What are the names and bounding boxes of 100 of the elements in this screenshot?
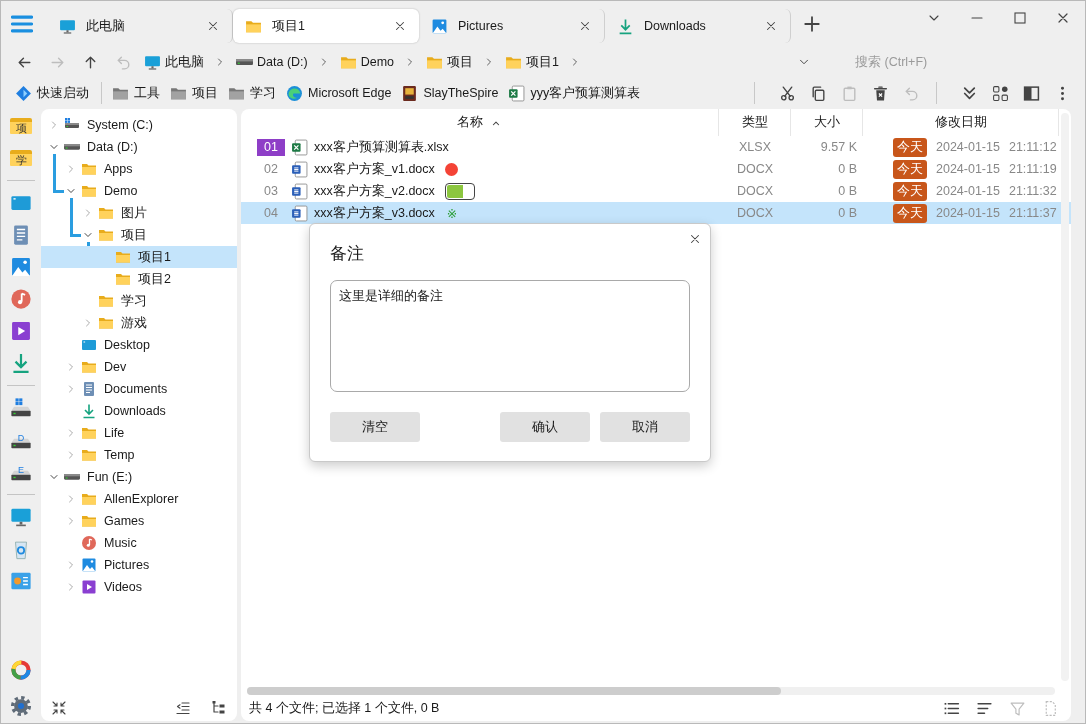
settings-icon[interactable]	[10, 695, 32, 717]
file-row[interactable]: 02 xxx客户方案_v1.docx DOCX 0 B 今天 2024-01-15 21:11:19	[241, 158, 1071, 180]
tree-view-icon[interactable]	[211, 700, 227, 716]
tree-item[interactable]: Games	[41, 510, 237, 532]
drive-icon[interactable]	[10, 397, 32, 419]
picture-icon[interactable]	[10, 256, 32, 278]
note-field[interactable]: 这里是详细的备注	[330, 280, 690, 392]
tree-item[interactable]: System (C:)	[41, 114, 237, 136]
tree-item[interactable]: 游戏	[41, 312, 237, 334]
double-chevron-icon[interactable]	[961, 84, 978, 102]
tree-item[interactable]: 项目2	[41, 268, 237, 290]
download-icon[interactable]	[10, 352, 32, 374]
grid-icon[interactable]	[992, 84, 1009, 102]
drive-letter: D	[16, 434, 26, 443]
bookmark[interactable]: 工具	[112, 84, 160, 102]
tree-item[interactable]: Demo	[41, 180, 237, 202]
tab[interactable]: 此电脑	[47, 9, 233, 43]
column-header[interactable]: 修改日期	[863, 109, 1059, 136]
bookmark[interactable]: 学习	[228, 84, 276, 102]
tab[interactable]: Pictures	[419, 9, 605, 43]
file-size: 0 B	[838, 206, 857, 220]
date-badge: 今天	[893, 181, 927, 201]
tab[interactable]: Downloads	[605, 9, 791, 43]
close-icon[interactable]	[688, 232, 702, 246]
column-header[interactable]: 类型	[719, 109, 791, 136]
document-icon	[291, 160, 308, 178]
plus-icon[interactable]	[803, 15, 821, 33]
menu-icon[interactable]	[11, 13, 33, 35]
document-icon	[291, 204, 308, 222]
dialog-button[interactable]: 清空	[330, 412, 420, 442]
row-number: 01	[257, 138, 285, 156]
tree-item[interactable]: Desktop	[41, 334, 237, 356]
tree-item[interactable]: 图片	[41, 202, 237, 224]
file-row[interactable]: 01 xxx客户预算测算表.xlsx XLSX 9.57 K 今天 2024-01-15 21:11:12	[241, 136, 1071, 158]
tree-item[interactable]: Data (D:)	[41, 136, 237, 158]
breadcrumb[interactable]: Demo	[339, 53, 395, 71]
tree-item[interactable]: Apps	[41, 158, 237, 180]
tree-item[interactable]: 项目1	[41, 246, 237, 268]
tab[interactable]: 项目1	[233, 9, 419, 43]
music-icon[interactable]	[10, 288, 32, 310]
column-header[interactable]: 大小	[791, 109, 863, 136]
tree-item[interactable]: Pictures	[41, 554, 237, 576]
file-date: 2024-01-15	[936, 206, 1000, 220]
trash-icon[interactable]	[872, 84, 889, 102]
tree-item[interactable]: Videos	[41, 576, 237, 598]
tree-item[interactable]: Music	[41, 532, 237, 554]
folder-icon	[81, 513, 97, 529]
outdent-icon[interactable]	[175, 700, 191, 716]
file-time: 21:11:19	[1008, 162, 1057, 176]
tree-item[interactable]: Downloads	[41, 400, 237, 422]
file-type: DOCX	[736, 162, 774, 176]
scissors-icon[interactable]	[779, 84, 796, 102]
monitor-icon[interactable]	[10, 506, 32, 528]
breadcrumb[interactable]: 项目1	[505, 53, 559, 71]
tree-item[interactable]: AllenExplorer	[41, 488, 237, 510]
tree-item[interactable]: Dev	[41, 356, 237, 378]
close-icon[interactable]	[578, 19, 592, 33]
tree-item[interactable]: Life	[41, 422, 237, 444]
file-row[interactable]: 03 xxx客户方案_v2.docx DOCX 0 B 今天 2024-01-15 21:11:32	[241, 180, 1071, 202]
music-icon	[81, 535, 97, 551]
dialog-title: 备注	[330, 243, 365, 265]
bookmark[interactable]: 项目	[170, 84, 218, 102]
video-icon	[81, 579, 97, 595]
bookmark[interactable]: 快速启动	[15, 84, 89, 102]
file-row[interactable]: 04 xxx客户方案_v3.docx ※ DOCX 0 B 今天 2024-01-15 21:11:37	[241, 202, 1071, 224]
close-icon[interactable]	[764, 19, 778, 33]
horizontal-scrollbar[interactable]	[247, 687, 1055, 695]
control-panel-icon[interactable]	[10, 570, 32, 592]
close-icon[interactable]	[206, 19, 220, 33]
panel-icon[interactable]	[1023, 84, 1040, 102]
bookmark[interactable]: SlayTheSpire	[401, 84, 499, 102]
breadcrumb[interactable]: Data (D:)	[236, 55, 308, 69]
folder-shortcut[interactable]: 项	[10, 118, 32, 134]
row-number: 04	[263, 204, 279, 222]
breadcrumb[interactable]: 项目	[426, 53, 474, 71]
dialog-button[interactable]: 确认	[500, 412, 590, 442]
dialog-button[interactable]: 取消	[600, 412, 690, 442]
bookmark[interactable]: Microsoft Edge	[286, 84, 392, 102]
tree-item[interactable]: 项目	[41, 224, 237, 246]
bookmark[interactable]: yyy客户预算测算表	[508, 84, 641, 102]
tree-item[interactable]: Temp	[41, 444, 237, 466]
video-icon[interactable]	[10, 320, 32, 342]
breadcrumb[interactable]: 此电脑	[144, 53, 204, 71]
folder-icon	[81, 447, 97, 463]
close-icon[interactable]	[393, 19, 407, 33]
tree-item[interactable]: Documents	[41, 378, 237, 400]
column-header[interactable]: 名称	[241, 109, 719, 136]
folder-icon	[98, 227, 114, 243]
collapse-icon[interactable]	[51, 700, 67, 716]
copy-icon[interactable]	[810, 84, 827, 102]
vertical-scrollbar[interactable]	[1061, 113, 1069, 681]
tree-item[interactable]: Fun (E:)	[41, 466, 237, 488]
color-wheel-icon[interactable]	[10, 659, 32, 681]
file-size: 9.57 K	[820, 140, 857, 154]
maximize-icon[interactable]	[1012, 10, 1028, 26]
monitor-icon	[144, 53, 161, 71]
search-field[interactable]: 搜索 (Ctrl+F)	[855, 55, 1045, 69]
folder-shortcut[interactable]: 学	[10, 150, 32, 166]
tree-connector	[53, 154, 64, 193]
tree-item[interactable]: 学习	[41, 290, 237, 312]
